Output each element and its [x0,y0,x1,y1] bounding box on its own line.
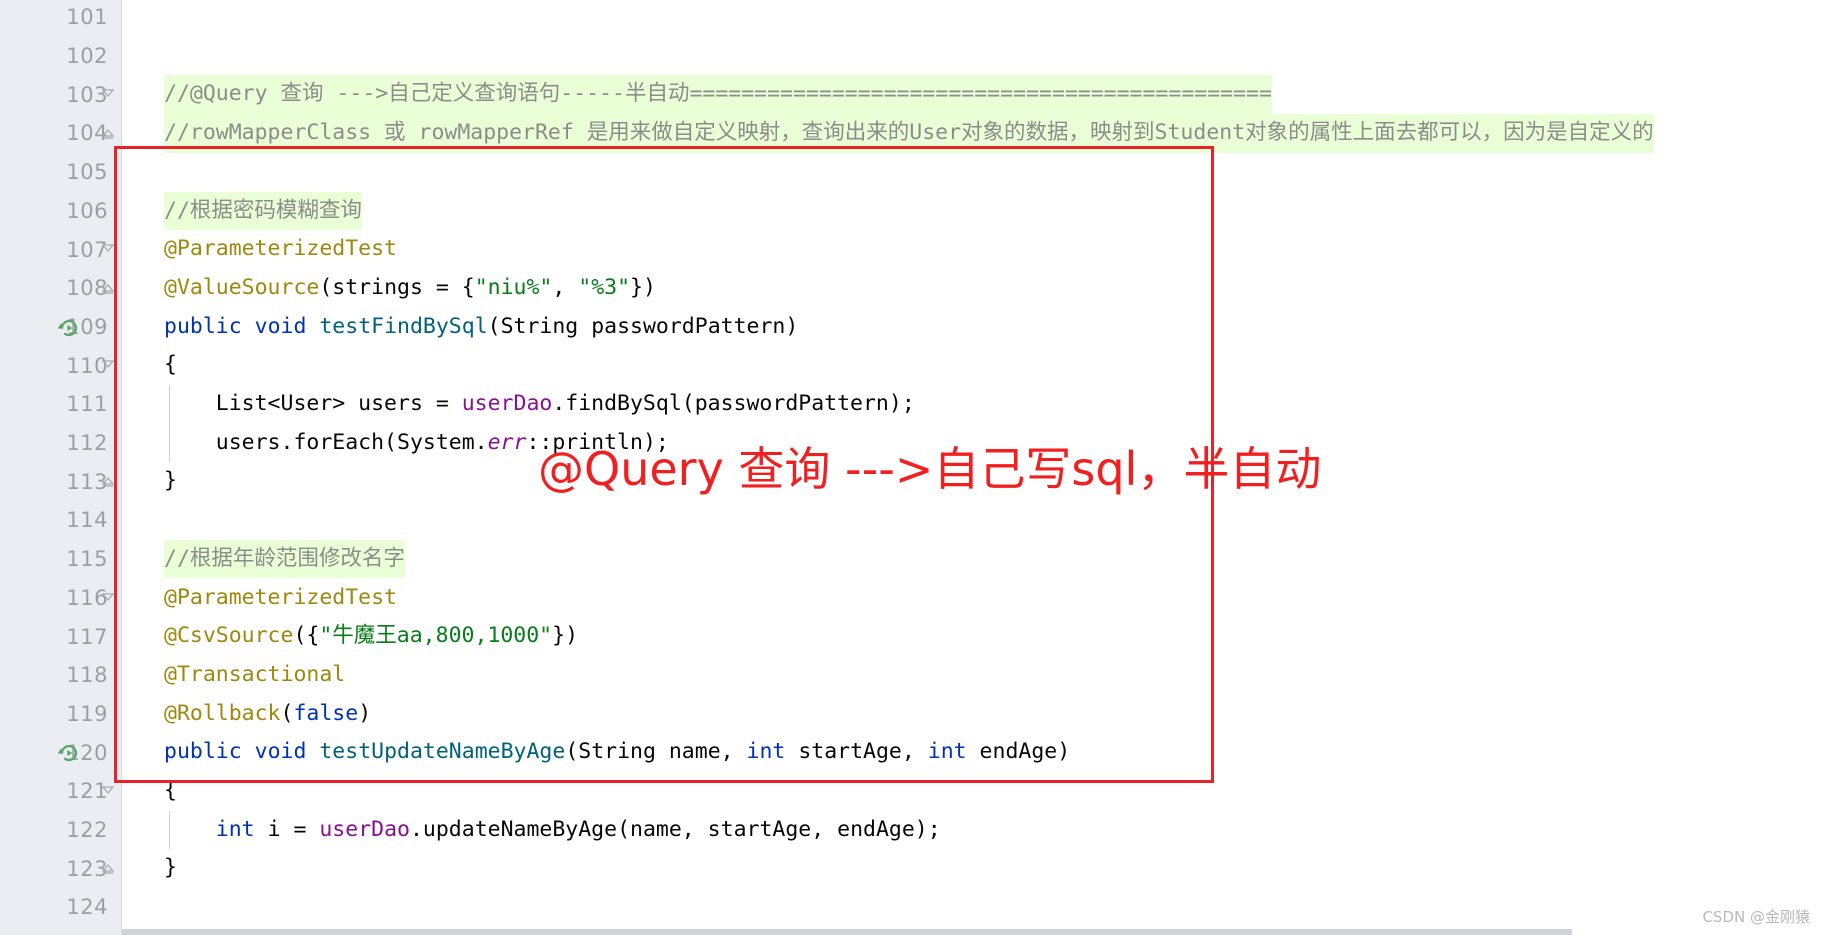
editor-screenshot: 101 102 103 104 105 106 107 108 109 110 111 112 113 1… [0,0,1822,935]
fold-collapse-end-icon[interactable] [99,124,119,144]
code-token-cmt: //根据密码模糊查询 [164,197,362,223]
code-token-pln: (strings = { [319,274,475,300]
code-token-kw: int [927,739,967,765]
code-token-pln: List<User> users = [164,391,462,416]
code-line[interactable]: @CsvSource({"牛魔王aa,800,1000"}) [164,617,578,656]
code-token-cmt: //根据年龄范围修改名字 [164,545,405,571]
code-token-str: "niu%" [474,274,553,300]
code-token-pln [306,314,319,339]
code-token-pln: ({ [293,623,320,649]
code-token-pln: } [164,855,177,881]
fold-marker-column[interactable] [96,0,122,935]
code-token-pln: { [164,778,177,803]
code-token-pln: }) [552,623,579,649]
code-token-pln: } [164,468,177,494]
code-token-kw: void [254,313,307,339]
code-token-pln [306,739,319,764]
code-token-pln: (String name, [565,739,747,765]
code-token-anno: @ParameterizedTest [164,236,397,262]
code-token-pln: .findBySql(passwordPattern); [552,391,915,416]
code-token-cmt: //@Query 查询 --->自己定义查询语句-----半自动========… [164,81,1272,107]
code-token-anno: @ValueSource [164,274,320,300]
code-token-pln: i = [254,816,320,842]
code-token-pln: { [164,352,177,378]
code-token-pln: ) [358,700,372,726]
code-token-kw: int [746,739,786,765]
code-token-str: "%3" [578,274,631,300]
code-token-anno: @Transactional [164,661,346,687]
fold-collapse-start-icon[interactable] [99,589,119,609]
code-token-pln: ( [280,700,294,726]
code-line[interactable]: { [164,772,177,811]
code-line[interactable]: } [164,462,177,501]
fold-block-icon[interactable] [99,782,119,802]
code-line[interactable]: //根据年龄范围修改名字 [164,539,405,579]
code-line[interactable]: public void testUpdateNameByAge(String n… [164,733,1070,772]
code-token-pln: endAge) [966,739,1071,765]
code-token-pln: , [552,274,579,300]
red-annotation-text: @Query 查询 --->自己写sql，半自动 [538,442,1322,496]
code-token-kw: int [215,816,255,842]
code-line[interactable]: public void testFindBySql(String passwor… [164,308,798,347]
code-token-anno: @ParameterizedTest [164,584,397,610]
code-token-mth: testUpdateNameByAge [319,739,566,765]
code-line[interactable]: //根据密码模糊查询 [164,191,362,231]
code-token-fldi: err [487,429,527,455]
code-token-kw: false [293,700,359,726]
fold-block-end-icon[interactable] [99,472,119,492]
run-test-icon[interactable] [58,317,80,339]
fold-block-icon[interactable] [99,356,119,376]
code-line[interactable]: //@Query 查询 --->自己定义查询语句-----半自动========… [164,75,1272,115]
code-token-anno: @CsvSource [164,623,294,649]
code-token-mth: testFindBySql [319,313,488,339]
code-line[interactable]: @ParameterizedTest [164,579,397,618]
code-token-pln [242,739,255,764]
code-line[interactable]: @Rollback(false) [164,695,371,734]
code-token-pln: (String passwordPattern) [487,313,799,339]
code-token-kw: public [164,313,242,339]
code-token-str: "牛魔王aa,800,1000" [319,623,553,649]
code-token-pln: users.forEach(System. [164,429,488,455]
csdn-watermark: CSDN @金刚猿 [1702,908,1810,926]
fold-collapse-start-icon[interactable] [99,85,119,105]
code-line[interactable]: List<User> users = userDao.findBySql(pas… [164,385,915,424]
code-token-kw: public [164,739,242,765]
code-token-anno: @Rollback [164,700,281,726]
code-line[interactable]: @ValueSource(strings = {"niu%", "%3"}) [164,269,656,308]
code-token-cmt: //rowMapperClass 或 rowMapperRef 是用来做自定义映… [164,120,1654,146]
code-token-pln [242,314,255,339]
code-token-pln: startAge, [785,739,928,765]
code-token-fld: userDao [461,391,553,416]
code-line[interactable]: } [164,849,177,888]
horizontal-scrollbar[interactable] [122,929,1572,935]
fold-block-end-icon[interactable] [99,859,119,879]
code-line[interactable]: //rowMapperClass 或 rowMapperRef 是用来做自定义映… [164,114,1654,153]
code-token-pln [164,817,216,842]
code-line[interactable]: @ParameterizedTest [164,230,397,269]
code-line[interactable]: @Transactional [164,656,345,695]
code-token-pln: .updateNameByAge(name, startAge, endAge)… [409,816,941,842]
code-token-pln: }) [630,274,656,300]
code-line[interactable]: int i = userDao.updateNameByAge(name, st… [164,811,941,850]
code-line[interactable]: { [164,346,177,385]
code-token-kw: void [254,739,307,765]
run-test-icon[interactable] [58,742,80,764]
code-token-fld: userDao [319,816,410,842]
fold-collapse-start-icon[interactable] [99,240,119,260]
fold-collapse-end-icon[interactable] [99,279,119,299]
